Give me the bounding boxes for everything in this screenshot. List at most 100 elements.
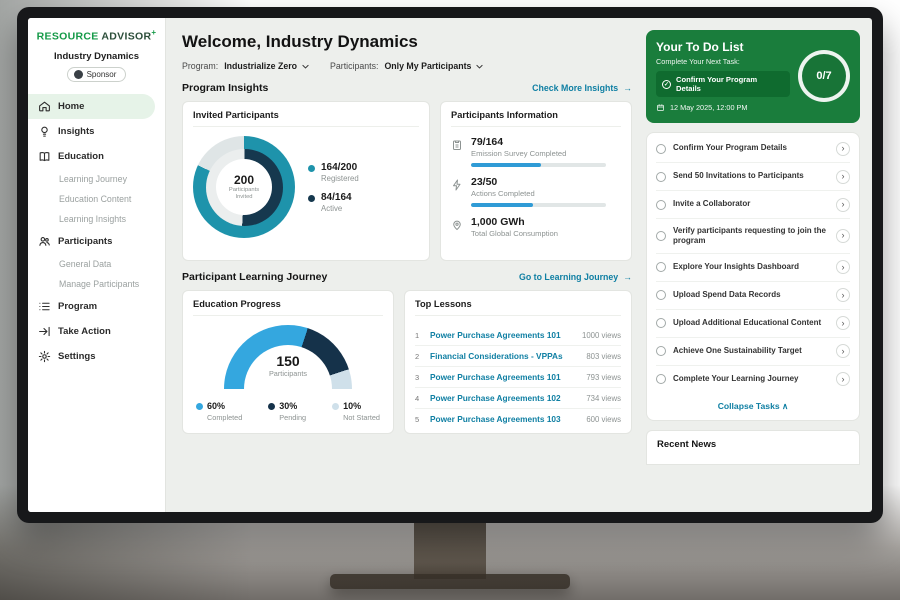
legend-registered: 164/200 Registered [308, 162, 359, 183]
top-lessons-card: Top Lessons 1 Power Purchase Agreements … [404, 290, 632, 434]
task-checkbox[interactable] [656, 346, 666, 356]
lesson-link[interactable]: Power Purchase Agreements 102 [430, 393, 579, 403]
task-checkbox[interactable] [656, 290, 666, 300]
task-item[interactable]: Send 50 Invitations to Participants › [656, 163, 850, 191]
sidebar-item-education[interactable]: Education [28, 144, 165, 169]
sidebar-item-home[interactable]: Home [28, 94, 155, 119]
collapse-tasks-link[interactable]: Collapse Tasks ∧ [656, 393, 850, 420]
participants-select-value: Only My Participants [384, 61, 471, 71]
emission-survey-row: 79/164 Emission Survey Completed [451, 136, 621, 167]
tasks-card: Confirm Your Program Details › Send 50 I… [646, 132, 860, 421]
task-item[interactable]: Explore Your Insights Dashboard › [656, 254, 850, 282]
invited-participants-card: Invited Participants 200 Participants In… [182, 101, 430, 261]
legend-completed: 60% Completed [196, 401, 242, 422]
main-content: Welcome, Industry Dynamics Program: Indu… [166, 18, 644, 512]
progress-bar [471, 163, 606, 167]
actions-completed-row: 23/50 Actions Completed [451, 176, 621, 207]
education-progress-card: Education Progress 150 Participants 60 [182, 290, 394, 434]
task-checkbox[interactable] [656, 374, 666, 384]
list-icon [38, 300, 51, 313]
sidebar-item-label: Home [58, 101, 84, 112]
lesson-row: 2 Financial Considerations - VPPAs 803 v… [415, 346, 621, 367]
sidebar-item-label: Insights [58, 126, 94, 137]
task-checkbox[interactable] [656, 200, 666, 210]
sidebar-item-learning-insights[interactable]: Learning Insights [28, 209, 165, 229]
not-started-dot-icon [332, 403, 339, 410]
sponsor-badge[interactable]: Sponsor [67, 67, 127, 82]
recent-news-card: Recent News [646, 430, 860, 465]
participants-information-card: Participants Information 79/164 Emission… [440, 101, 632, 261]
program-select[interactable]: Industrialize Zero [224, 61, 310, 71]
lesson-link[interactable]: Power Purchase Agreements 103 [430, 414, 579, 424]
sidebar-item-education-content[interactable]: Education Content [28, 189, 165, 209]
task-item[interactable]: Upload Additional Educational Content › [656, 310, 850, 338]
location-pin-icon [451, 218, 463, 232]
task-checkbox[interactable] [656, 318, 666, 328]
monitor-bezel: RESOURCE ADVISOR+ Industry Dynamics Spon… [17, 7, 883, 523]
pending-dot-icon [268, 403, 275, 410]
task-checkbox[interactable] [656, 172, 666, 182]
card-title: Education Progress [193, 299, 383, 316]
app-window: RESOURCE ADVISOR+ Industry Dynamics Spon… [28, 18, 872, 512]
task-item[interactable]: Achieve One Sustainability Target › [656, 338, 850, 366]
task-item[interactable]: Upload Spend Data Records › [656, 282, 850, 310]
sidebar-item-take-action[interactable]: Take Action [28, 319, 165, 344]
legend-pending: 30% Pending [268, 401, 306, 422]
lesson-link[interactable]: Power Purchase Agreements 101 [430, 372, 579, 382]
org-name: Industry Dynamics [28, 51, 165, 62]
sidebar-item-insights[interactable]: Insights [28, 119, 165, 144]
program-filter-label: Program: [182, 61, 218, 71]
invited-donut-inner: 200 Participants Invited [206, 149, 283, 226]
chevron-right-icon[interactable]: › [836, 170, 850, 184]
participants-select[interactable]: Only My Participants [384, 61, 484, 71]
task-checkbox[interactable] [656, 144, 666, 154]
chevron-right-icon[interactable]: › [836, 288, 850, 302]
sidebar-item-program[interactable]: Program [28, 294, 165, 319]
chevron-right-icon[interactable]: › [836, 229, 850, 243]
chevron-up-icon: ∧ [782, 401, 788, 411]
task-item[interactable]: Confirm Your Program Details › [656, 135, 850, 163]
task-item[interactable]: Invite a Collaborator › [656, 191, 850, 219]
lightning-icon [451, 178, 463, 192]
lesson-row: 5 Power Purchase Agreements 103 600 view… [415, 409, 621, 429]
chevron-right-icon[interactable]: › [836, 372, 850, 386]
chevron-right-icon[interactable]: › [836, 142, 850, 156]
sidebar-item-manage-participants[interactable]: Manage Participants [28, 274, 165, 294]
sidebar-item-settings[interactable]: Settings [28, 344, 165, 369]
active-dot-icon [308, 195, 315, 202]
todo-progress-ring: 0/7 [798, 50, 850, 102]
check-more-insights-link[interactable]: Check More Insights → [532, 83, 632, 93]
chevron-right-icon[interactable]: › [836, 260, 850, 274]
progress-fill [471, 163, 541, 167]
sidebar-item-label: Settings [58, 351, 95, 362]
go-to-learning-journey-link[interactable]: Go to Learning Journey → [519, 272, 632, 282]
task-item[interactable]: Complete Your Learning Journey › [656, 366, 850, 393]
registered-dot-icon [308, 165, 315, 172]
lesson-row: 3 Power Purchase Agreements 101 793 view… [415, 367, 621, 388]
sidebar-item-learning-journey[interactable]: Learning Journey [28, 169, 165, 189]
chevron-right-icon[interactable]: › [836, 316, 850, 330]
sidebar-nav: Home Insights Education Learning Journey… [28, 94, 165, 369]
todo-panel: Your To Do List Complete Your Next Task:… [644, 18, 872, 512]
task-checkbox[interactable] [656, 262, 666, 272]
chevron-right-icon[interactable]: › [836, 344, 850, 358]
task-item[interactable]: Verify participants requesting to join t… [656, 219, 850, 254]
home-icon [38, 100, 51, 113]
chevron-right-icon[interactable]: › [836, 198, 850, 212]
sidebar-item-general-data[interactable]: General Data [28, 254, 165, 274]
card-title: Invited Participants [193, 110, 419, 127]
todo-due-date: 12 May 2025, 12:00 PM [656, 103, 790, 112]
filters-bar: Program: Industrialize Zero Participants… [182, 61, 632, 71]
todo-next-task[interactable]: ✓ Confirm Your Program Details [656, 71, 790, 97]
monitor-stand-base [330, 574, 570, 589]
task-checkbox[interactable] [656, 231, 666, 241]
lesson-link[interactable]: Financial Considerations - VPPAs [430, 351, 579, 361]
gauge-legend: 60% Completed 30% Pending 10% Not Starte… [193, 401, 383, 422]
program-select-value: Industrialize Zero [224, 61, 297, 71]
progress-fill [471, 203, 533, 207]
todo-subtitle: Complete Your Next Task: [656, 57, 790, 66]
lesson-link[interactable]: Power Purchase Agreements 101 [430, 330, 575, 340]
sidebar-item-participants[interactable]: Participants [28, 229, 165, 254]
recent-news-title: Recent News [657, 439, 716, 450]
legend-not-started: 10% Not Started [332, 401, 380, 422]
